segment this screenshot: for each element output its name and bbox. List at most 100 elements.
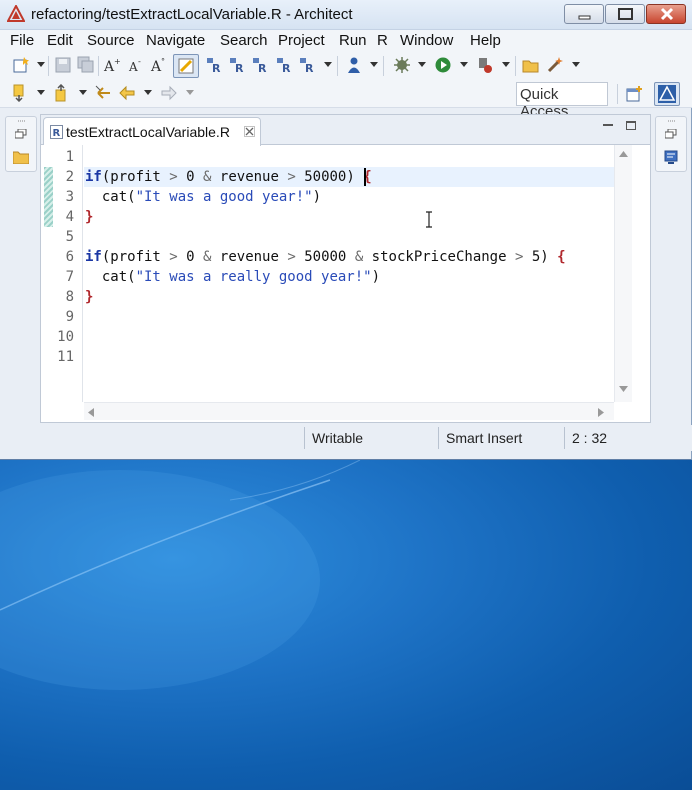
svg-text:R: R (235, 62, 244, 74)
new-dropdown-arrow[interactable] (37, 62, 45, 67)
r-console-icon[interactable]: R (206, 56, 224, 74)
save-icon[interactable] (54, 56, 72, 74)
drag-handle-icon[interactable] (18, 120, 26, 123)
r-script-icon[interactable]: R (252, 56, 270, 74)
svg-text:R: R (258, 62, 267, 74)
menu-navigate[interactable]: Navigate (146, 32, 205, 49)
menu-project[interactable]: Project (278, 32, 325, 49)
menu-search[interactable]: Search (220, 32, 268, 49)
quick-access-field[interactable]: Quick Access (516, 82, 608, 120)
application-window: refactoring/testExtractLocalVariable.R -… (0, 0, 692, 460)
scroll-up-icon[interactable] (619, 151, 628, 157)
vertical-scrollbar[interactable] (614, 145, 632, 402)
toolbar-separator (337, 56, 338, 76)
status-writable: Writable (304, 427, 436, 449)
menu-bar: File Edit Source Navigate Search Project… (0, 30, 692, 52)
ibeam-cursor-icon (426, 211, 432, 228)
increase-font-icon[interactable]: A + (103, 56, 121, 74)
main-toolbar: A + A- A ° R R R R R (0, 52, 692, 80)
editor-tab-bar: R testExtractLocalVariable.R (41, 115, 650, 146)
drag-handle-icon[interactable] (668, 120, 676, 123)
new-wizard-icon[interactable] (12, 56, 30, 74)
line-number: 8 (65, 289, 74, 305)
back-icon[interactable] (118, 84, 136, 102)
font-style-icon[interactable]: A ° (150, 56, 168, 74)
horizontal-scrollbar[interactable] (84, 402, 614, 420)
scroll-right-icon[interactable] (598, 408, 604, 417)
build-dropdown-arrow[interactable] (418, 62, 426, 67)
scroll-left-icon[interactable] (88, 408, 94, 417)
line-number: 2 (65, 169, 74, 185)
left-trim-stack (5, 116, 37, 172)
previous-annotation-dropdown-arrow[interactable] (79, 90, 87, 95)
decrease-font-icon[interactable]: A- (127, 56, 145, 74)
menu-help[interactable]: Help (470, 32, 501, 49)
external-tools-dropdown-arrow[interactable] (502, 62, 510, 67)
svg-text:R: R (212, 62, 221, 74)
maximize-icon (618, 8, 633, 20)
toggle-highlight-button[interactable] (173, 54, 199, 78)
svg-text:°: ° (161, 57, 165, 66)
menu-edit[interactable]: Edit (47, 32, 73, 49)
line-number: 7 (65, 269, 74, 285)
debug-dropdown-arrow[interactable] (370, 62, 378, 67)
external-tools-icon[interactable] (476, 56, 494, 74)
desktop-background (0, 460, 692, 790)
text-caret (364, 168, 366, 186)
r-console-alt-icon[interactable]: R (229, 56, 247, 74)
restore-icon[interactable] (665, 129, 677, 139)
editor-area: R testExtractLocalVariable.R 1 2 3 4 5 6… (40, 114, 651, 423)
next-annotation-dropdown-arrow[interactable] (37, 90, 45, 95)
build-icon[interactable] (393, 56, 411, 74)
wand-icon[interactable] (546, 56, 564, 74)
menu-file[interactable]: File (10, 32, 34, 49)
r-run-dropdown-arrow[interactable] (324, 62, 332, 67)
secondary-toolbar: Quick Access (0, 80, 692, 120)
menu-source[interactable]: Source (87, 32, 135, 49)
maximize-editor-icon[interactable] (626, 121, 636, 130)
forward-dropdown-arrow[interactable] (186, 90, 194, 95)
svg-text:A: A (128, 60, 138, 74)
close-button[interactable] (646, 4, 686, 24)
r-source-icon[interactable]: R (276, 56, 294, 74)
menu-run[interactable]: Run (339, 32, 367, 49)
open-perspective-icon[interactable] (626, 85, 644, 103)
r-run-icon[interactable]: R (299, 56, 317, 74)
editor-tab[interactable]: R testExtractLocalVariable.R (43, 117, 261, 146)
run-icon[interactable] (434, 56, 452, 74)
line-number: 9 (65, 309, 74, 325)
run-dropdown-arrow[interactable] (460, 62, 468, 67)
toolbar-separator (98, 56, 99, 76)
status-bar: Writable Smart Insert 2 : 32 (0, 425, 692, 451)
code-text-area[interactable]: if(profit > 0 & revenue > 50000) { cat("… (84, 145, 614, 402)
svg-text:+: + (114, 57, 121, 66)
minimize-icon (578, 15, 591, 20)
menu-window[interactable]: Window (400, 32, 453, 49)
architect-perspective-button[interactable] (654, 82, 680, 106)
next-annotation-icon[interactable] (10, 84, 28, 102)
architect-perspective-icon (658, 85, 676, 103)
last-edit-icon[interactable] (95, 84, 113, 102)
save-all-icon[interactable] (77, 56, 95, 74)
scroll-down-icon[interactable] (619, 386, 628, 392)
debug-person-icon[interactable] (345, 56, 363, 74)
wand-dropdown-arrow[interactable] (572, 62, 580, 67)
back-dropdown-arrow[interactable] (144, 90, 152, 95)
maximize-button[interactable] (605, 4, 645, 24)
title-bar[interactable]: refactoring/testExtractLocalVariable.R -… (0, 0, 692, 30)
minimize-button[interactable] (564, 4, 604, 24)
minimize-editor-icon[interactable] (603, 124, 613, 126)
restore-icon[interactable] (15, 129, 27, 139)
close-icon (660, 7, 674, 21)
forward-icon[interactable] (160, 84, 178, 102)
open-folder-icon[interactable] (522, 56, 540, 74)
project-explorer-icon[interactable] (13, 150, 29, 164)
previous-annotation-icon[interactable] (52, 84, 70, 102)
r-file-icon: R (50, 125, 63, 139)
menu-r[interactable]: R (377, 32, 388, 49)
svg-text:R: R (305, 62, 314, 74)
code-line-8: } (85, 289, 94, 305)
close-tab-icon[interactable] (244, 126, 255, 137)
outline-view-icon[interactable] (664, 150, 678, 164)
code-line-4: } (85, 209, 94, 225)
